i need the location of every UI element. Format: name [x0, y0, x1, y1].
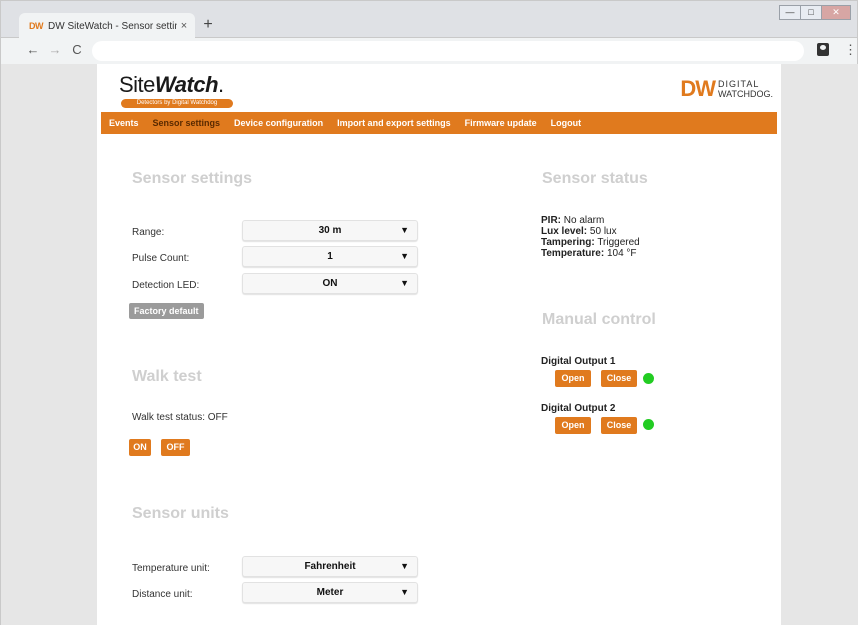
walk-test-on-button[interactable]: ON — [129, 439, 151, 456]
digital-watchdog-logo: DW DIGITAL WATCHDOG. — [680, 78, 773, 100]
chevron-down-icon: ▼ — [400, 225, 409, 235]
pulse-count-select[interactable]: 1 ▼ — [242, 246, 418, 267]
lux-status: Lux level: 50 lux — [541, 226, 617, 237]
main-nav: Events Sensor settings Device configurat… — [101, 112, 777, 134]
tab-close-icon[interactable]: × — [177, 20, 191, 32]
sensor-status-title: Sensor status — [542, 170, 648, 187]
brand-line-1: DIGITAL — [718, 79, 760, 89]
chevron-down-icon: ▼ — [400, 587, 409, 597]
output-2-close-button[interactable]: Close — [601, 417, 637, 434]
lux-value: 50 lux — [587, 226, 617, 237]
page-content: SiteWatch. Detectors by Digital Watchdog… — [97, 64, 781, 625]
logo-tm: . — [218, 72, 224, 97]
digital-output-2-label: Digital Output 2 — [541, 403, 616, 414]
address-bar[interactable] — [92, 41, 804, 61]
temperature-unit-label: Temperature unit: — [132, 563, 210, 574]
lux-key: Lux level: — [541, 226, 588, 237]
tab-title: DW SiteWatch - Sensor settings — [48, 20, 177, 32]
tampering-value: Triggered — [594, 237, 640, 248]
nav-device-configuration[interactable]: Device configuration — [234, 118, 323, 128]
temperature-value: 104 °F — [604, 248, 637, 259]
chevron-down-icon: ▼ — [400, 561, 409, 571]
temperature-key: Temperature: — [541, 248, 605, 259]
dw-mark: DW — [680, 76, 716, 101]
profile-icon[interactable] — [817, 43, 829, 56]
tampering-status: Tampering: Triggered — [541, 237, 640, 248]
menu-icon[interactable]: ⋮ — [844, 42, 857, 58]
factory-default-button[interactable]: Factory default — [129, 303, 204, 319]
detection-led-value: ON — [322, 278, 338, 289]
dw-favicon-icon: DW — [29, 21, 44, 31]
temperature-unit-value: Fahrenheit — [304, 561, 356, 572]
output-1-open-button[interactable]: Open — [555, 370, 591, 387]
minimize-icon[interactable]: — — [779, 5, 801, 20]
chevron-down-icon: ▼ — [400, 251, 409, 261]
sensor-units-title: Sensor units — [132, 505, 229, 522]
range-select[interactable]: 30 m ▼ — [242, 220, 418, 241]
detection-led-label: Detection LED: — [132, 280, 200, 291]
walk-test-status: Walk test status: OFF — [132, 412, 228, 423]
browser-tab[interactable]: DW DW SiteWatch - Sensor settings × — [19, 13, 195, 39]
range-value: 30 m — [318, 225, 342, 236]
nav-firmware-update[interactable]: Firmware update — [465, 118, 537, 128]
output-2-open-button[interactable]: Open — [555, 417, 591, 434]
pulse-count-label: Pulse Count: — [132, 253, 190, 264]
digital-output-1-label: Digital Output 1 — [541, 356, 616, 367]
browser-toolbar: ← → C ⋮ — [0, 38, 858, 64]
browser-tab-bar: DW DW SiteWatch - Sensor settings × + — … — [0, 0, 858, 39]
pulse-count-value: 1 — [327, 251, 333, 262]
logo-bold-text: Watch — [154, 72, 219, 97]
output-2-status-indicator-icon — [643, 419, 654, 430]
temperature-status: Temperature: 104 °F — [541, 248, 637, 259]
sitewatch-logo: SiteWatch. Detectors by Digital Watchdog — [119, 72, 233, 108]
logo-main-text: Site — [119, 72, 155, 97]
nav-logout[interactable]: Logout — [551, 118, 582, 128]
distance-unit-label: Distance unit: — [132, 589, 193, 600]
restore-icon[interactable]: □ — [800, 5, 822, 20]
chevron-down-icon: ▼ — [400, 278, 409, 288]
walk-test-off-button[interactable]: OFF — [161, 439, 190, 456]
distance-unit-select[interactable]: Meter ▼ — [242, 582, 418, 603]
browser-viewport: SiteWatch. Detectors by Digital Watchdog… — [0, 64, 858, 625]
sensor-settings-title: Sensor settings — [132, 170, 253, 187]
tampering-key: Tampering: — [541, 237, 595, 248]
detection-led-select[interactable]: ON ▼ — [242, 273, 418, 294]
temperature-unit-select[interactable]: Fahrenheit ▼ — [242, 556, 418, 577]
manual-control-title: Manual control — [542, 311, 656, 328]
pir-status: PIR: No alarm — [541, 215, 604, 226]
forward-icon[interactable]: → — [47, 42, 63, 58]
output-1-close-button[interactable]: Close — [601, 370, 637, 387]
nav-sensor-settings[interactable]: Sensor settings — [153, 118, 221, 128]
back-icon[interactable]: ← — [25, 42, 41, 58]
walk-test-title: Walk test — [132, 368, 202, 385]
pir-value: No alarm — [561, 215, 605, 226]
pir-key: PIR: — [541, 215, 561, 226]
reload-icon[interactable]: C — [69, 42, 85, 58]
window-close-icon[interactable]: ✕ — [821, 5, 851, 20]
new-tab-icon[interactable]: + — [200, 17, 216, 33]
output-1-status-indicator-icon — [643, 373, 654, 384]
distance-unit-value: Meter — [316, 587, 344, 598]
nav-import-export-settings[interactable]: Import and export settings — [337, 118, 451, 128]
brand-line-2: WATCHDOG. — [718, 89, 773, 99]
window-controls: — □ ✕ — [779, 5, 851, 20]
range-label: Range: — [132, 227, 165, 238]
logo-tagline: Detectors by Digital Watchdog — [121, 99, 233, 108]
nav-events[interactable]: Events — [109, 118, 139, 128]
